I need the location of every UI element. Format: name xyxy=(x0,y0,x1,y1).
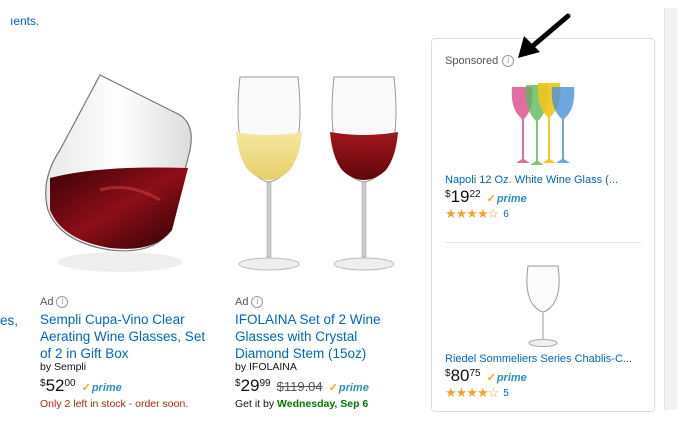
product-title[interactable]: IFOLAINA Set of 2 Wine Glasses with Crys… xyxy=(235,311,415,362)
price-whole: 80 xyxy=(450,366,470,385)
prime-check-icon: ✓ xyxy=(328,382,338,394)
truncated-title-fragment[interactable]: es, xyxy=(0,313,18,328)
delivery-date: Wednesday, Sep 6 xyxy=(277,398,369,410)
price-whole: 29 xyxy=(240,376,260,395)
sponsored-image-napoli[interactable] xyxy=(508,79,578,169)
product-image-sempli[interactable] xyxy=(40,70,200,285)
prime-check-icon: ✓ xyxy=(486,193,496,205)
sponsored-title[interactable]: Napoli 12 Oz. White Wine Glass (... xyxy=(445,173,650,187)
sponsored-panel: Sponsored i Napoli 12 Oz. White Wine Gla… xyxy=(431,38,655,412)
sponsored-price: $ 80 75 ✓prime xyxy=(445,366,527,386)
price-fraction: 99 xyxy=(259,378,271,389)
scrollbar[interactable] xyxy=(664,8,677,410)
prime-badge: ✓prime xyxy=(81,382,122,394)
product-price: $ 52 00 ✓prime xyxy=(40,376,122,396)
delivery-prefix: Get it by xyxy=(235,398,275,410)
price-fraction: 22 xyxy=(469,189,481,200)
price-whole: 52 xyxy=(45,376,65,395)
product-brand: by Sempli xyxy=(40,361,87,373)
divider xyxy=(445,242,641,243)
prime-badge: ✓prime xyxy=(486,372,527,384)
ad-label-row: Ad i xyxy=(40,296,69,308)
product-title[interactable]: Sempli Cupa-Vino Clear Aerating Wine Gla… xyxy=(40,311,220,362)
stars-icon: ★★★★☆ xyxy=(445,206,499,221)
price-fraction: 00 xyxy=(64,378,76,389)
sponsored-title[interactable]: Riedel Sommeliers Series Chablis-C... xyxy=(445,352,650,366)
sponsored-price: $ 19 22 ✓prime xyxy=(445,187,527,207)
sponsored-header: Sponsored i xyxy=(445,55,515,67)
sponsored-label: Sponsored xyxy=(445,55,499,67)
prime-check-icon: ✓ xyxy=(81,382,91,394)
ad-label-row: Ad i xyxy=(235,296,264,308)
delivery-estimate: Get it by Wednesday, Sep 6 xyxy=(235,398,368,410)
ad-label: Ad xyxy=(40,296,54,308)
sponsored-image-riedel[interactable] xyxy=(518,264,568,349)
stars-icon: ★★★★☆ xyxy=(445,385,499,400)
ad-label: Ad xyxy=(235,296,249,308)
annotation-arrow-icon xyxy=(518,13,571,58)
product-brand: by IFOLAINA xyxy=(235,361,297,373)
review-count[interactable]: 5 xyxy=(503,388,509,399)
product-price: $ 29 99 $119.04 ✓prime xyxy=(235,376,369,396)
star-rating[interactable]: ★★★★☆ 5 xyxy=(445,385,509,401)
review-count[interactable]: 6 xyxy=(503,209,509,220)
info-icon[interactable]: i xyxy=(56,296,69,308)
prime-badge: ✓prime xyxy=(328,382,369,394)
price-fraction: 75 xyxy=(469,368,481,379)
price-whole: 19 xyxy=(450,187,470,206)
star-rating[interactable]: ★★★★☆ 6 xyxy=(445,206,509,222)
prime-check-icon: ✓ xyxy=(486,372,496,384)
prime-badge: ✓prime xyxy=(486,193,527,205)
truncated-link-text[interactable]: ıents. xyxy=(10,14,39,28)
stock-notice: Only 2 left in stock - order soon. xyxy=(40,398,189,410)
product-image-ifolaina[interactable] xyxy=(232,72,407,282)
list-price: $119.04 xyxy=(276,379,323,394)
info-icon[interactable]: i xyxy=(251,296,264,308)
